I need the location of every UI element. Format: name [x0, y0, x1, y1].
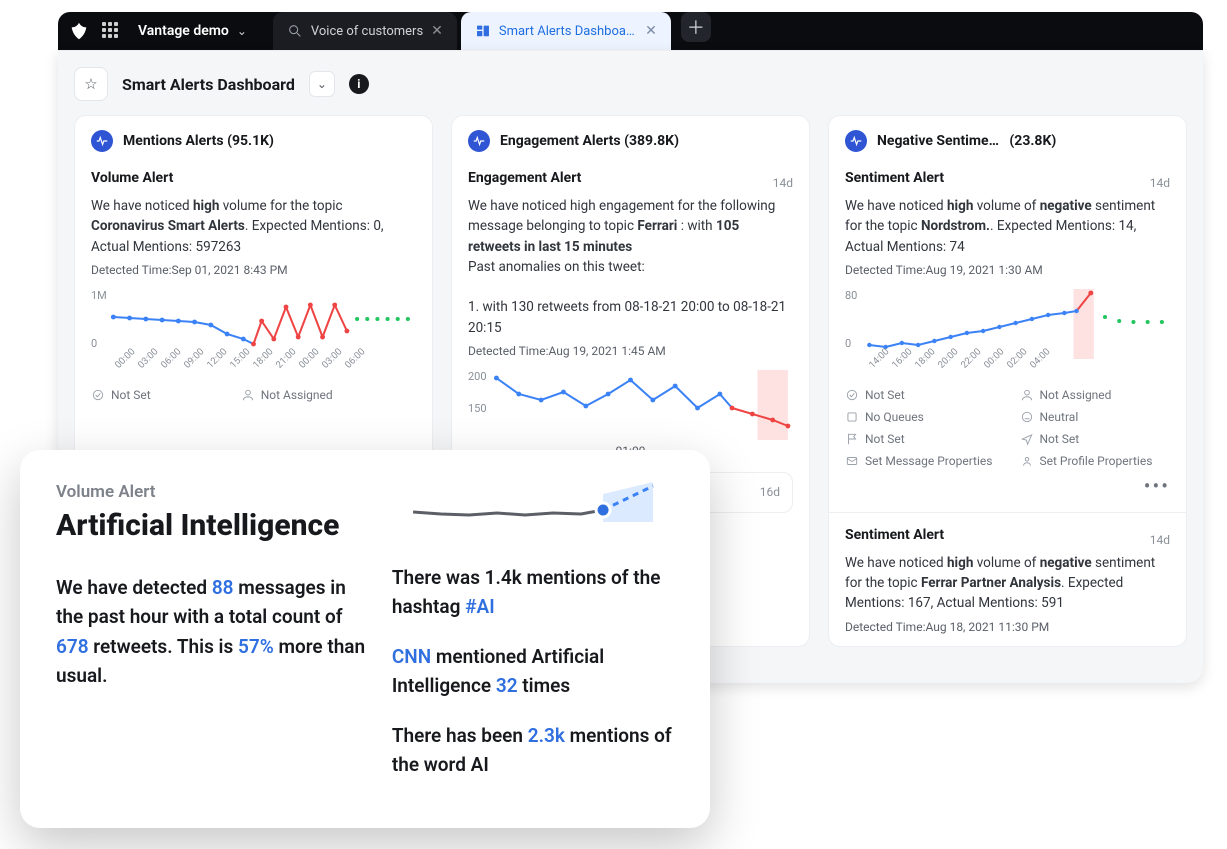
overlay-trend-chart — [392, 482, 674, 538]
assigned-meta[interactable]: Not Assigned — [1020, 388, 1171, 402]
dashboard-icon — [475, 23, 491, 39]
tab-label: Smart Alerts Dashboard — [499, 24, 637, 39]
pulse-icon — [468, 130, 490, 152]
overlay-summary: We have detected 88 messages in the past… — [56, 573, 368, 691]
divider — [829, 512, 1186, 513]
profile-props-meta[interactable]: Set Profile Properties — [1020, 454, 1171, 468]
tab-voice-of-customers[interactable]: Voice of customers ✕ — [273, 12, 457, 50]
mentions-chart: 1M 0 00:00 03:00 06:00 09:00 12:00 15:00 — [91, 289, 416, 374]
page-header: ☆ Smart Alerts Dashboard ⌄ i — [74, 67, 1187, 101]
overlay-insight-1: There was 1.4k mentions of the hashtag #… — [392, 564, 674, 621]
card-title: Negative Sentime… (23.8K) — [877, 133, 1056, 149]
sentiment-meta[interactable]: Neutral — [1020, 410, 1171, 424]
priority-meta[interactable]: Not Set — [845, 432, 996, 446]
sentiment-chart: 80 0 14:00 16:00 18:00 20:00 22:00 00:0 — [845, 289, 1170, 374]
new-tab-button[interactable]: ＋ — [681, 12, 711, 42]
detected-time: Detected Time:Aug 19, 2021 1:45 AM — [468, 344, 793, 358]
location-icon — [1020, 432, 1034, 446]
user-icon — [241, 388, 255, 402]
alert-age: 14d — [773, 176, 793, 190]
alert-body: We have noticed high volume for the topi… — [91, 196, 416, 257]
user-icon — [1020, 388, 1034, 402]
status-icon — [91, 388, 105, 402]
card-title: Engagement Alerts (389.8K) — [500, 133, 679, 149]
status-icon — [845, 388, 859, 402]
alert-title: Volume Alert — [91, 170, 173, 186]
pulse-icon — [845, 130, 867, 152]
alert-body: We have noticed high volume of negative … — [845, 553, 1170, 614]
overlay-insight-3: There has been 2.3k mentions of the word… — [392, 722, 674, 779]
brand-logo-icon — [68, 20, 90, 42]
close-icon[interactable]: ✕ — [645, 23, 657, 39]
detected-time: Detected Time:Aug 19, 2021 1:30 AM — [845, 263, 1170, 277]
assigned-meta[interactable]: Not Assigned — [241, 388, 333, 402]
alert-age: 14d — [1150, 533, 1170, 547]
alert-body: We have noticed high engagement for the … — [468, 196, 793, 338]
x-axis-labels: 00:00 03:00 06:00 09:00 12:00 15:00 18:0… — [91, 363, 416, 374]
tab-smart-alerts-dashboard[interactable]: Smart Alerts Dashboard ✕ — [461, 12, 671, 50]
negative-sentiment-card: Negative Sentime… (23.8K) Sentiment Aler… — [828, 115, 1187, 647]
overlay-insight-2: CNN mentioned Artificial Intelligence 32… — [392, 643, 674, 700]
alert-title: Sentiment Alert — [845, 170, 944, 186]
pulse-icon — [91, 130, 113, 152]
location-meta[interactable]: Not Set — [1020, 432, 1171, 446]
workspace-name[interactable]: Vantage demo — [138, 23, 229, 39]
alert-age: 14d — [1150, 176, 1170, 190]
search-icon — [287, 23, 303, 39]
close-icon[interactable]: ✕ — [431, 23, 443, 39]
detected-time: Detected Time:Sep 01, 2021 8:43 PM — [91, 263, 416, 277]
top-bar: Vantage demo ⌄ Voice of customers ✕ Smar… — [58, 12, 1203, 50]
detected-time: Detected Time:Aug 18, 2021 11:30 PM — [845, 620, 1170, 634]
info-icon[interactable]: i — [349, 74, 369, 94]
queues-meta[interactable]: No Queues — [845, 410, 996, 424]
queue-icon — [845, 410, 859, 424]
neutral-icon — [1020, 410, 1034, 424]
overlay-kicker: Volume Alert — [56, 482, 368, 502]
y-tick: 80 — [845, 289, 857, 302]
alert-meta: Not Set Not Assigned — [91, 388, 416, 402]
favorite-button[interactable]: ☆ — [74, 67, 108, 101]
y-tick: 0 — [845, 337, 851, 350]
profile-icon — [1020, 454, 1034, 468]
page-title: Smart Alerts Dashboard — [122, 75, 295, 94]
apps-grid-icon[interactable] — [102, 22, 120, 40]
y-tick: 150 — [468, 402, 487, 415]
alert-title: Engagement Alert — [468, 170, 581, 186]
card-title: Mentions Alerts (95.1K) — [123, 133, 274, 149]
message-props-meta[interactable]: Set Message Properties — [845, 454, 996, 468]
workspace-chevron-icon[interactable]: ⌄ — [237, 24, 247, 38]
tab-label: Voice of customers — [311, 24, 423, 39]
y-tick: 1M — [91, 289, 107, 302]
engagement-chart: 200 150 01:00 — [468, 370, 793, 458]
alert-body: We have noticed high volume of negative … — [845, 196, 1170, 257]
status-meta[interactable]: Not Set — [845, 388, 996, 402]
tab-strip: Voice of customers ✕ Smart Alerts Dashbo… — [273, 12, 711, 50]
title-dropdown-button[interactable]: ⌄ — [309, 71, 335, 97]
alert-detail-overlay: Volume Alert Artificial Intelligence We … — [20, 450, 710, 828]
message-icon — [845, 454, 859, 468]
message-age: 16d — [760, 485, 780, 499]
y-tick: 200 — [468, 370, 487, 383]
more-actions-button[interactable]: ••• — [845, 474, 1170, 498]
alert-meta-grid: Not Set Not Assigned No Queues Neutral N… — [845, 388, 1170, 468]
alert-title: Sentiment Alert — [845, 527, 944, 543]
x-axis-labels: 14:00 16:00 18:00 20:00 22:00 00:00 02:0… — [845, 363, 1170, 374]
status-meta[interactable]: Not Set — [91, 388, 151, 402]
flag-icon — [845, 432, 859, 446]
overlay-title: Artificial Intelligence — [56, 508, 368, 543]
y-tick: 0 — [91, 337, 97, 350]
